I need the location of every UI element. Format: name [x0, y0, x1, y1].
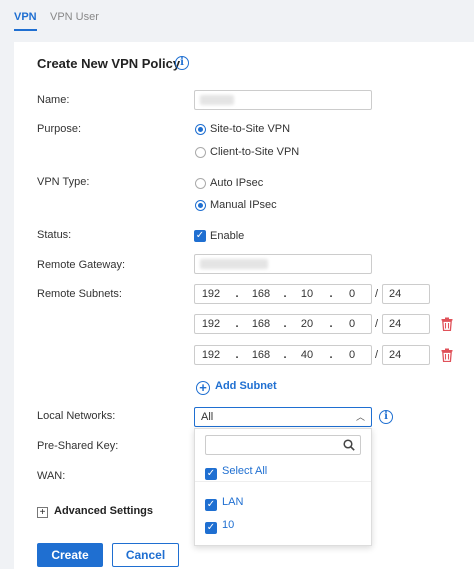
radio-client-to-site[interactable]: [195, 147, 206, 158]
octet-dot: .: [329, 349, 333, 361]
subnet-octet: 20: [300, 318, 314, 330]
tab-vpn-user[interactable]: VPN User: [50, 11, 99, 29]
advanced-settings-label: Advanced Settings: [54, 505, 154, 517]
subnet-octet: 192: [201, 288, 221, 300]
remote-gateway-label: Remote Gateway:: [37, 259, 126, 271]
chevron-up-icon: ︿: [355, 412, 365, 422]
local-networks-label: Local Networks:: [37, 410, 116, 422]
subnet-mask-input[interactable]: 24: [382, 284, 430, 304]
octet-dot: .: [329, 288, 333, 300]
subnet-octet: 10: [300, 288, 314, 300]
create-vpn-policy-panel: Create New VPN Policy i Name: Purpose: S…: [14, 42, 474, 569]
create-button[interactable]: Create: [37, 543, 103, 567]
name-label: Name:: [37, 94, 70, 106]
checkbox-checked-icon: ✓: [205, 522, 217, 534]
redacted-name: [200, 95, 234, 105]
pre-shared-key-label: Pre-Shared Key:: [37, 440, 119, 452]
search-icon[interactable]: [343, 439, 355, 451]
subnet-octet: 0: [348, 318, 356, 330]
info-icon[interactable]: i: [175, 56, 189, 70]
dropdown-item-10[interactable]: ✓ 10: [205, 519, 234, 534]
purpose-label: Purpose:: [37, 123, 82, 135]
redacted-gateway: [200, 259, 268, 269]
expand-plus-icon: +: [37, 507, 48, 518]
dropdown-search-input[interactable]: [205, 435, 361, 455]
status-enable-checkbox[interactable]: ✓: [194, 230, 206, 242]
option-site-to-site[interactable]: Site-to-Site VPN: [210, 123, 290, 135]
option-manual-ipsec[interactable]: Manual IPsec: [210, 199, 277, 211]
add-subnet-label: Add Subnet: [215, 380, 277, 392]
tab-bar: VPN VPN User: [0, 0, 474, 40]
subnet-ip-input[interactable]: 192 . 168 . 40 . 0: [194, 345, 372, 365]
subnet-octet: 40: [300, 349, 314, 361]
octet-dot: .: [283, 318, 287, 330]
trash-icon[interactable]: [441, 348, 453, 362]
octet-dot: .: [329, 318, 333, 330]
select-all-label: Select All: [222, 465, 268, 477]
remote-subnets-label: Remote Subnets:: [37, 288, 122, 300]
octet-dot: .: [235, 288, 239, 300]
mask-value: 24: [389, 318, 402, 330]
local-networks-select[interactable]: All ︿: [194, 407, 372, 427]
mask-slash: /: [375, 288, 379, 300]
octet-dot: .: [235, 349, 239, 361]
mask-slash: /: [375, 318, 379, 330]
local-networks-dropdown: ✓ Select All ✓ LAN ✓ 10: [194, 428, 372, 546]
advanced-settings-toggle[interactable]: + Advanced Settings: [37, 505, 153, 518]
status-label: Status:: [37, 229, 72, 241]
local-networks-value: All: [201, 411, 214, 423]
octet-dot: .: [283, 288, 287, 300]
dropdown-divider: [195, 481, 371, 482]
item-label: 10: [222, 519, 235, 531]
radio-site-to-site[interactable]: [195, 124, 206, 135]
octet-dot: .: [283, 349, 287, 361]
subnet-octet: 168: [251, 288, 271, 300]
subnet-octet: 0: [348, 288, 356, 300]
subnet-octet: 0: [348, 349, 356, 361]
mask-value: 24: [389, 288, 402, 300]
info-icon[interactable]: i: [379, 410, 393, 424]
cancel-button[interactable]: Cancel: [112, 543, 179, 567]
checkbox-checked-icon: ✓: [205, 499, 217, 511]
octet-dot: .: [235, 318, 239, 330]
subnet-octet: 192: [201, 349, 221, 361]
subnet-mask-input[interactable]: 24: [382, 345, 430, 365]
subnet-octet: 168: [251, 318, 271, 330]
subnet-octet: 192: [201, 318, 221, 330]
subnet-octet: 168: [251, 349, 271, 361]
option-auto-ipsec[interactable]: Auto IPsec: [210, 177, 263, 189]
option-client-to-site[interactable]: Client-to-Site VPN: [210, 146, 299, 158]
vpn-type-label: VPN Type:: [37, 176, 90, 188]
item-label: LAN: [222, 496, 244, 508]
status-enable-label: Enable: [210, 230, 245, 242]
mask-value: 24: [389, 349, 402, 361]
page-title: Create New VPN Policy: [37, 56, 181, 71]
add-subnet-button[interactable]: + Add Subnet: [196, 380, 277, 395]
mask-slash: /: [375, 349, 379, 361]
checkbox-checked-icon: ✓: [205, 468, 217, 480]
subnet-mask-input[interactable]: 24: [382, 314, 430, 334]
plus-circle-icon: +: [196, 381, 210, 395]
wan-label: WAN:: [37, 470, 66, 482]
subnet-ip-input[interactable]: 192 . 168 . 10 . 0: [194, 284, 372, 304]
subnet-ip-input[interactable]: 192 . 168 . 20 . 0: [194, 314, 372, 334]
tab-vpn[interactable]: VPN: [14, 11, 37, 31]
dropdown-select-all[interactable]: ✓ Select All: [205, 465, 267, 480]
dropdown-item-lan[interactable]: ✓ LAN: [205, 496, 243, 511]
radio-manual-ipsec[interactable]: [195, 200, 206, 211]
radio-auto-ipsec[interactable]: [195, 178, 206, 189]
trash-icon[interactable]: [441, 317, 453, 331]
